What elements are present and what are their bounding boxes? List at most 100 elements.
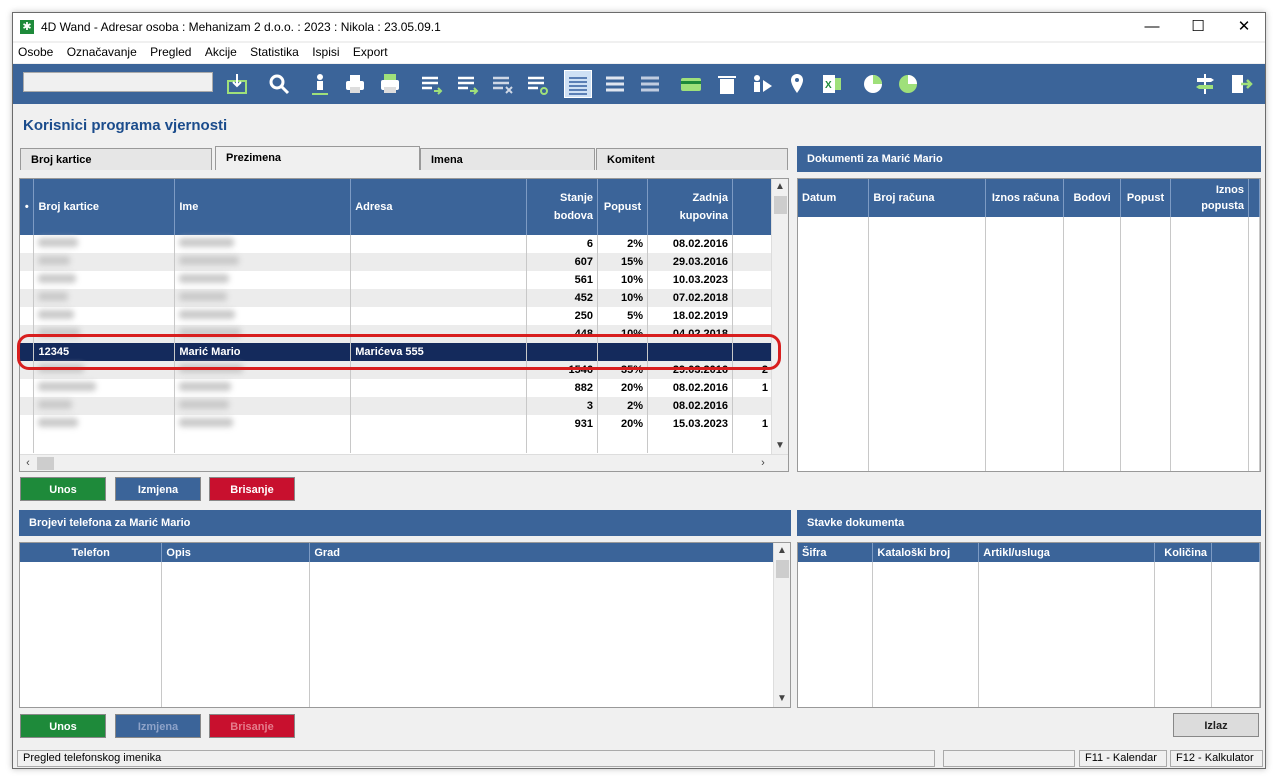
- col-bodovi[interactable]: Bodovi: [1063, 179, 1122, 217]
- scroll-left-icon[interactable]: ‹: [20, 455, 36, 471]
- brisanje-button[interactable]: Brisanje: [209, 477, 295, 501]
- menu-akcije[interactable]: Akcije: [200, 43, 242, 61]
- col-opis[interactable]: Opis: [161, 543, 311, 562]
- tab-broj-kartice[interactable]: Broj kartice: [20, 148, 212, 170]
- table-row[interactable]: 882 20% 08.02.2016 1: [20, 379, 774, 397]
- close-button[interactable]: ✕: [1221, 13, 1267, 41]
- col-zadnja-kupovina[interactable]: Zadnja kupovina: [647, 179, 733, 235]
- cell-extra: [732, 271, 774, 289]
- scroll-thumb[interactable]: [774, 196, 787, 214]
- col-datum[interactable]: Datum: [798, 179, 870, 217]
- phones-scroll-thumb[interactable]: [776, 560, 789, 578]
- list-refresh-icon[interactable]: [523, 70, 551, 98]
- table-row[interactable]: 12345 Marić Mario Marićeva 555: [20, 343, 774, 361]
- col-sifra[interactable]: Šifra: [798, 543, 874, 562]
- table-row[interactable]: 1546 35% 29.03.2016 2: [20, 361, 774, 379]
- status-f11[interactable]: F11 - Kalendar: [1079, 750, 1167, 767]
- scroll-right-icon[interactable]: ›: [755, 455, 771, 471]
- col-katalosko[interactable]: Kataloški broj: [872, 543, 980, 562]
- col-iznos-popusta[interactable]: Iznos popusta: [1170, 179, 1249, 217]
- view-list-icon[interactable]: [564, 70, 592, 98]
- view-rows-icon[interactable]: [636, 70, 664, 98]
- redacted-text: [179, 256, 240, 265]
- print-icon[interactable]: [341, 70, 369, 98]
- col-adresa[interactable]: Adresa: [350, 179, 528, 235]
- col-iznos-racuna[interactable]: Iznos računa: [985, 179, 1065, 217]
- col-popust[interactable]: Popust: [597, 179, 648, 235]
- card-icon[interactable]: [677, 70, 705, 98]
- person-mail-icon[interactable]: [748, 70, 776, 98]
- search-icon[interactable]: [265, 70, 293, 98]
- scroll-down-icon[interactable]: ▼: [772, 438, 788, 454]
- minimize-button[interactable]: —: [1129, 13, 1175, 41]
- col-doc-popust[interactable]: Popust: [1120, 179, 1172, 217]
- cell-broj-kartice: [33, 307, 176, 325]
- person-icon[interactable]: [306, 70, 334, 98]
- maximize-button[interactable]: ☐: [1175, 13, 1221, 41]
- signpost-icon[interactable]: [1191, 70, 1219, 98]
- search-input[interactable]: [23, 72, 213, 92]
- tab-prezimena[interactable]: Prezimena: [215, 146, 420, 170]
- row-marker: [20, 325, 35, 343]
- cards-horizontal-scrollbar[interactable]: ‹ ›: [20, 454, 788, 471]
- brisanje-phone-button[interactable]: Brisanje: [209, 714, 295, 738]
- menu-osobe[interactable]: Osobe: [13, 43, 58, 61]
- table-row[interactable]: 607 15% 29.03.2016: [20, 253, 774, 271]
- table-row[interactable]: 3 2% 08.02.2016: [20, 397, 774, 415]
- cell-extra: [732, 235, 774, 253]
- col-kolicina[interactable]: Količina: [1154, 543, 1213, 562]
- table-row[interactable]: 931 20% 15.03.2023 1: [20, 415, 774, 433]
- redacted-text: [38, 256, 71, 265]
- scroll-up-icon[interactable]: ▲: [772, 179, 788, 195]
- cell-ime: [174, 397, 352, 415]
- cell-broj-kartice: [33, 325, 176, 343]
- table-row[interactable]: 6 2% 08.02.2016: [20, 235, 774, 253]
- cards-vertical-scrollbar[interactable]: ▲ ▼: [771, 179, 788, 471]
- col-broj-racuna[interactable]: Broj računa: [868, 179, 987, 217]
- list-add-icon[interactable]: [417, 70, 445, 98]
- hscroll-thumb[interactable]: [37, 457, 54, 470]
- list-remove-icon[interactable]: [488, 70, 516, 98]
- status-f12[interactable]: F12 - Kalkulator: [1170, 750, 1263, 767]
- excel-icon[interactable]: X: [818, 70, 846, 98]
- col-broj-kartice[interactable]: Broj kartice: [33, 179, 176, 235]
- trash-icon[interactable]: [713, 70, 741, 98]
- table-row[interactable]: 561 10% 10.03.2023: [20, 271, 774, 289]
- exit-icon[interactable]: [1227, 70, 1255, 98]
- cell-ime: [174, 307, 352, 325]
- list-export-icon[interactable]: [453, 70, 481, 98]
- izmjena-phone-button[interactable]: Izmjena: [115, 714, 201, 738]
- pie-chart-2-icon[interactable]: [894, 70, 922, 98]
- menu-pregled[interactable]: Pregled: [145, 43, 196, 61]
- view-compact-icon[interactable]: [601, 70, 629, 98]
- pie-chart-icon[interactable]: [859, 70, 887, 98]
- menu-statistika[interactable]: Statistika: [245, 43, 304, 61]
- import-icon[interactable]: [223, 70, 251, 98]
- tab-komitent[interactable]: Komitent: [596, 148, 788, 170]
- phones-scroll-down-icon[interactable]: ▼: [774, 691, 790, 707]
- table-row[interactable]: 250 5% 18.02.2019: [20, 307, 774, 325]
- col-artikl[interactable]: Artikl/usluga: [978, 543, 1156, 562]
- col-ime[interactable]: Ime: [174, 179, 352, 235]
- izmjena-button[interactable]: Izmjena: [115, 477, 201, 501]
- unos-button[interactable]: Unos: [20, 477, 106, 501]
- table-row[interactable]: 452 10% 07.02.2018: [20, 289, 774, 307]
- col-telefon[interactable]: Telefon: [20, 543, 163, 562]
- menu-ispisi[interactable]: Ispisi: [307, 43, 344, 61]
- location-icon[interactable]: [783, 70, 811, 98]
- phones-scroll-up-icon[interactable]: ▲: [774, 543, 790, 559]
- row-marker: [20, 271, 35, 289]
- col-stanje-bodova[interactable]: Stanje bodova: [526, 179, 599, 235]
- col-grad[interactable]: Grad: [309, 543, 774, 562]
- unos-phone-button[interactable]: Unos: [20, 714, 106, 738]
- tab-imena[interactable]: Imena: [420, 148, 595, 170]
- row-marker: [20, 307, 35, 325]
- table-row[interactable]: 448 10% 04.02.2018: [20, 325, 774, 343]
- phones-vertical-scrollbar[interactable]: ▲ ▼: [773, 543, 790, 707]
- cell-adresa: [350, 307, 528, 325]
- izlaz-button[interactable]: Izlaz: [1173, 713, 1259, 737]
- print-list-icon[interactable]: [376, 70, 404, 98]
- menu-oznacavanje[interactable]: Označavanje: [62, 43, 142, 61]
- status-empty: [943, 750, 1075, 767]
- menu-export[interactable]: Export: [348, 43, 393, 61]
